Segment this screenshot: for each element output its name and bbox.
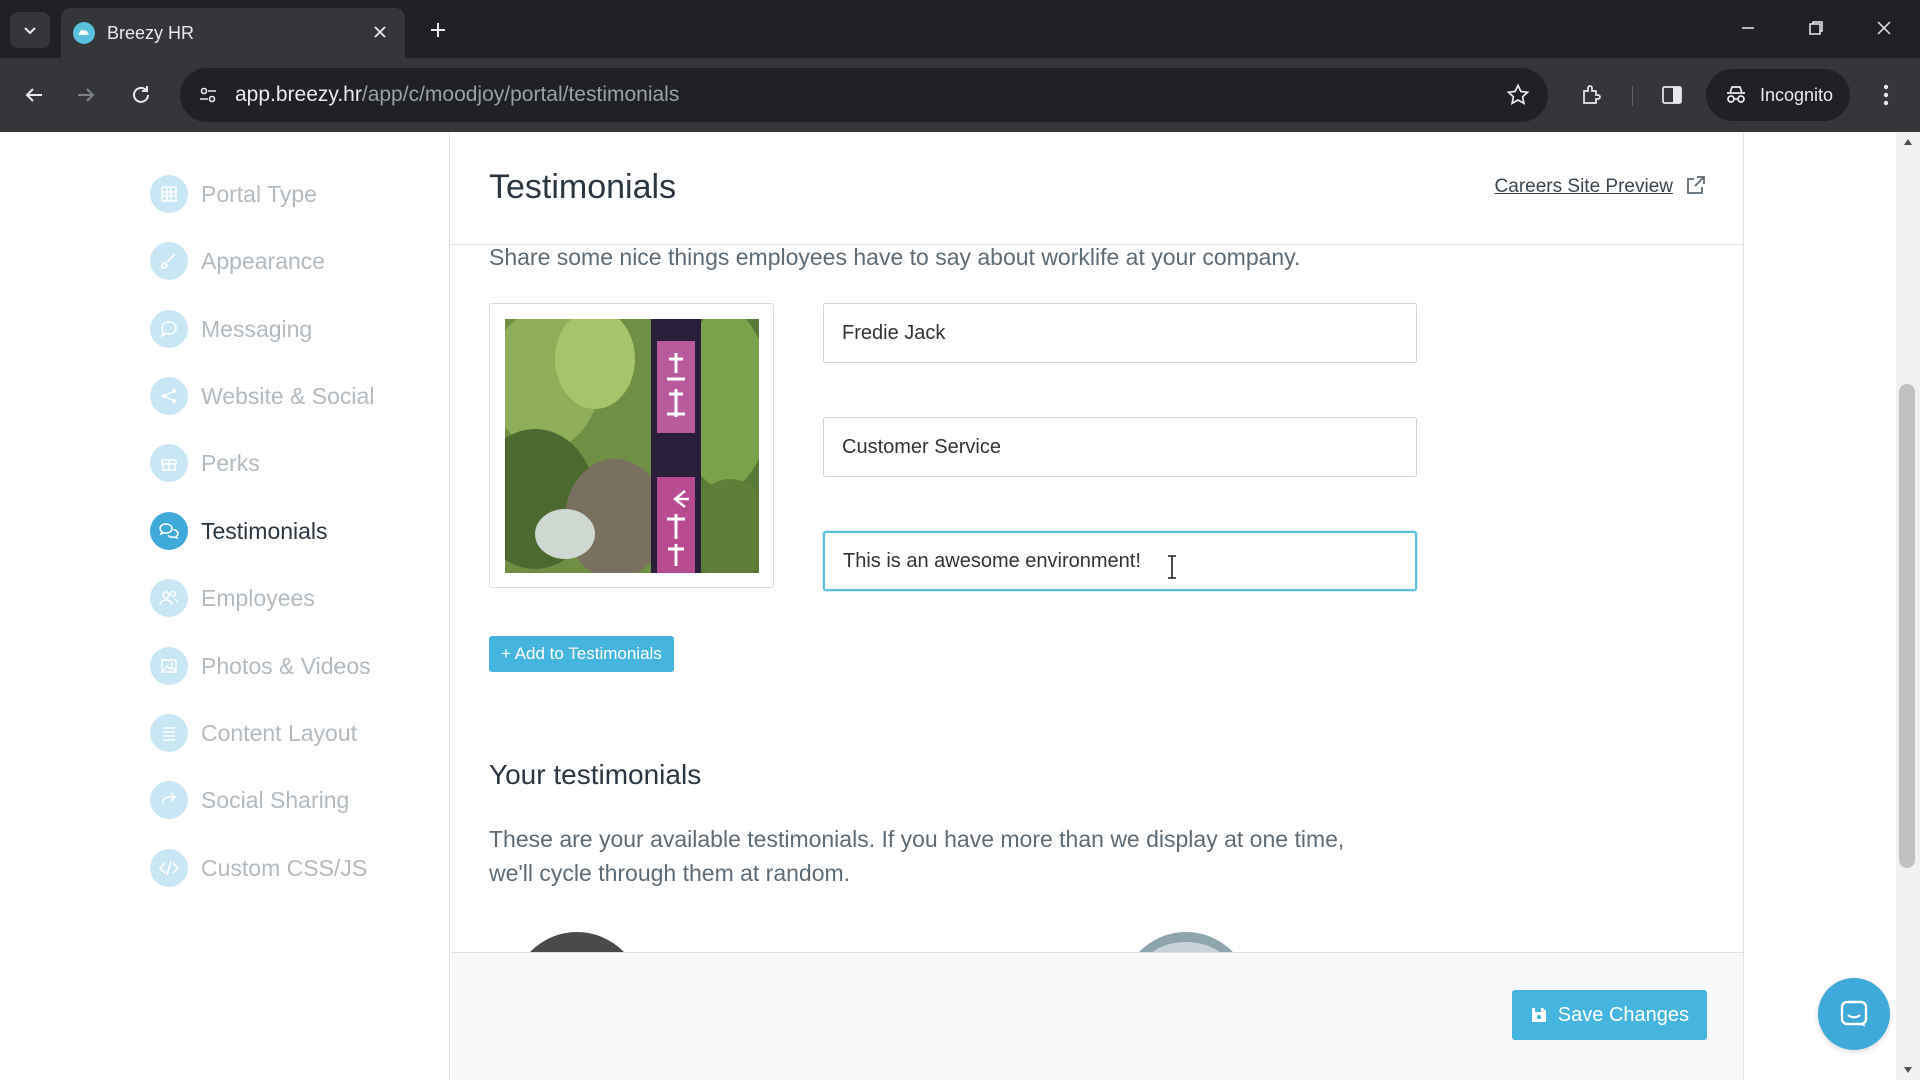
panel-description: Share some nice things employees have to…: [489, 244, 1301, 270]
site-info-icon[interactable]: [194, 81, 222, 109]
your-testimonials-description: These are your available testimonials. I…: [489, 826, 1345, 886]
external-link-icon[interactable]: [1683, 174, 1707, 198]
brush-icon: [150, 242, 188, 280]
sidebar-item-portal-type[interactable]: Portal Type: [150, 174, 317, 214]
sidebar-item-perks[interactable]: Perks: [150, 443, 260, 483]
sidebar-item-messaging[interactable]: Messaging: [150, 309, 312, 349]
testimonial-photo-upload[interactable]: [489, 303, 774, 588]
careers-site-preview-link[interactable]: Careers Site Preview: [1495, 176, 1673, 198]
testimonial-photo: [505, 319, 759, 573]
sidebar-item-label: Photos & Videos: [201, 652, 371, 679]
chat-bubble-icon: [1840, 1000, 1868, 1027]
sidebar-item-photos-videos[interactable]: Photos & Videos: [150, 646, 371, 686]
sidebar-item-label: Website & Social: [201, 382, 375, 409]
comments-icon: [150, 512, 188, 550]
url-text: app.breezy.hr/app/c/moodjoy/portal/testi…: [235, 83, 679, 107]
page-title: Testimonials: [489, 168, 677, 206]
window-close-icon[interactable]: [1858, 8, 1910, 48]
testimonials-panel: Share some nice things employees have to…: [451, 132, 1744, 1080]
sidebar-item-label: Social Sharing: [201, 786, 350, 813]
url-domain: app.breezy.hr: [235, 83, 362, 106]
portal-settings-sidebar: Portal Type Appearance Messaging Website…: [0, 132, 450, 1080]
tab-search-button[interactable]: [10, 12, 50, 48]
testimonial-name-field[interactable]: [823, 303, 1417, 363]
your-testimonials-heading: Your testimonials: [489, 759, 702, 790]
bookmark-star-icon[interactable]: [1504, 81, 1532, 109]
list-icon: [150, 714, 188, 752]
chat-icon: [150, 310, 188, 348]
sidebar-item-label: Perks: [201, 449, 260, 476]
incognito-icon: [1727, 86, 1745, 103]
panel-header: Testimonials Careers Site Preview: [451, 132, 1743, 245]
forward-arrow-icon[interactable]: [66, 75, 106, 115]
tab-title: Breezy HR: [107, 23, 195, 43]
scrollbar-thumb[interactable]: [1899, 384, 1915, 868]
url-path: /app/c/moodjoy/portal/testimonials: [361, 83, 680, 106]
sidebar-item-label: Testimonials: [201, 517, 328, 544]
support-chat-button[interactable]: [1818, 978, 1890, 1050]
chevron-down-icon: [24, 27, 36, 35]
new-tab-plus-icon[interactable]: [422, 14, 454, 46]
add-to-testimonials-button[interactable]: + Add to Testimonials: [489, 636, 674, 672]
toolbar-divider: [1632, 86, 1633, 106]
testimonial-quote-field[interactable]: [823, 531, 1417, 591]
scroll-down-arrow-icon[interactable]: [1900, 1062, 1916, 1078]
sidebar-item-label: Appearance: [201, 247, 326, 274]
sidebar-item-label: Messaging: [201, 315, 313, 342]
testimonial-role-field[interactable]: [823, 417, 1417, 477]
save-disk-icon: [1531, 1008, 1546, 1022]
back-arrow-icon[interactable]: [14, 75, 54, 115]
page-viewport: Portal Type Appearance Messaging Website…: [0, 132, 1920, 1080]
sidebar-item-appearance[interactable]: Appearance: [150, 241, 325, 281]
sidebar-item-label: Portal Type: [201, 180, 317, 207]
save-button-label: Save Changes: [1557, 1003, 1689, 1026]
text-cursor-icon: [1168, 555, 1176, 579]
reshare-icon: [150, 781, 188, 819]
save-footer: Save Changes: [451, 952, 1743, 1080]
code-icon: [150, 849, 188, 887]
gift-icon: [150, 444, 188, 482]
address-bar[interactable]: app.breezy.hr/app/c/moodjoy/portal/testi…: [180, 68, 1548, 122]
restore-icon[interactable]: [1790, 8, 1842, 48]
incognito-indicator[interactable]: Incognito: [1706, 69, 1850, 121]
share-icon: [150, 377, 188, 415]
sidebar-item-label: Custom CSS/JS: [201, 854, 368, 881]
breezy-favicon-icon: [73, 22, 95, 44]
sidebar-item-social-sharing[interactable]: Social Sharing: [150, 780, 349, 820]
sidebar-item-website-social[interactable]: Website & Social: [150, 376, 374, 416]
minimize-icon[interactable]: [1722, 8, 1774, 48]
side-panel-icon[interactable]: [1652, 75, 1692, 115]
tab-close-icon[interactable]: [367, 19, 393, 45]
browser-tab[interactable]: Breezy HR: [61, 8, 405, 58]
sidebar-item-custom-css-js[interactable]: Custom CSS/JS: [150, 848, 367, 888]
browser-tab-strip: Breezy HR: [0, 0, 1920, 58]
sidebar-item-content-layout[interactable]: Content Layout: [150, 713, 357, 753]
sidebar-item-employees[interactable]: Employees: [150, 578, 315, 618]
save-changes-button[interactable]: Save Changes: [1511, 990, 1707, 1040]
grid-icon: [150, 175, 188, 213]
image-icon: [150, 647, 188, 685]
browser-menu-icon[interactable]: [1866, 75, 1906, 115]
reload-icon[interactable]: [121, 75, 161, 115]
sidebar-item-label: Employees: [201, 584, 315, 611]
incognito-label: Incognito: [1760, 84, 1834, 105]
extensions-puzzle-icon[interactable]: [1572, 75, 1612, 115]
users-icon: [150, 579, 188, 617]
browser-toolbar: app.breezy.hr/app/c/moodjoy/portal/testi…: [0, 58, 1920, 132]
scroll-up-arrow-icon[interactable]: [1900, 134, 1916, 150]
sidebar-item-testimonials[interactable]: Testimonials: [150, 511, 328, 551]
sidebar-item-label: Content Layout: [201, 719, 358, 746]
